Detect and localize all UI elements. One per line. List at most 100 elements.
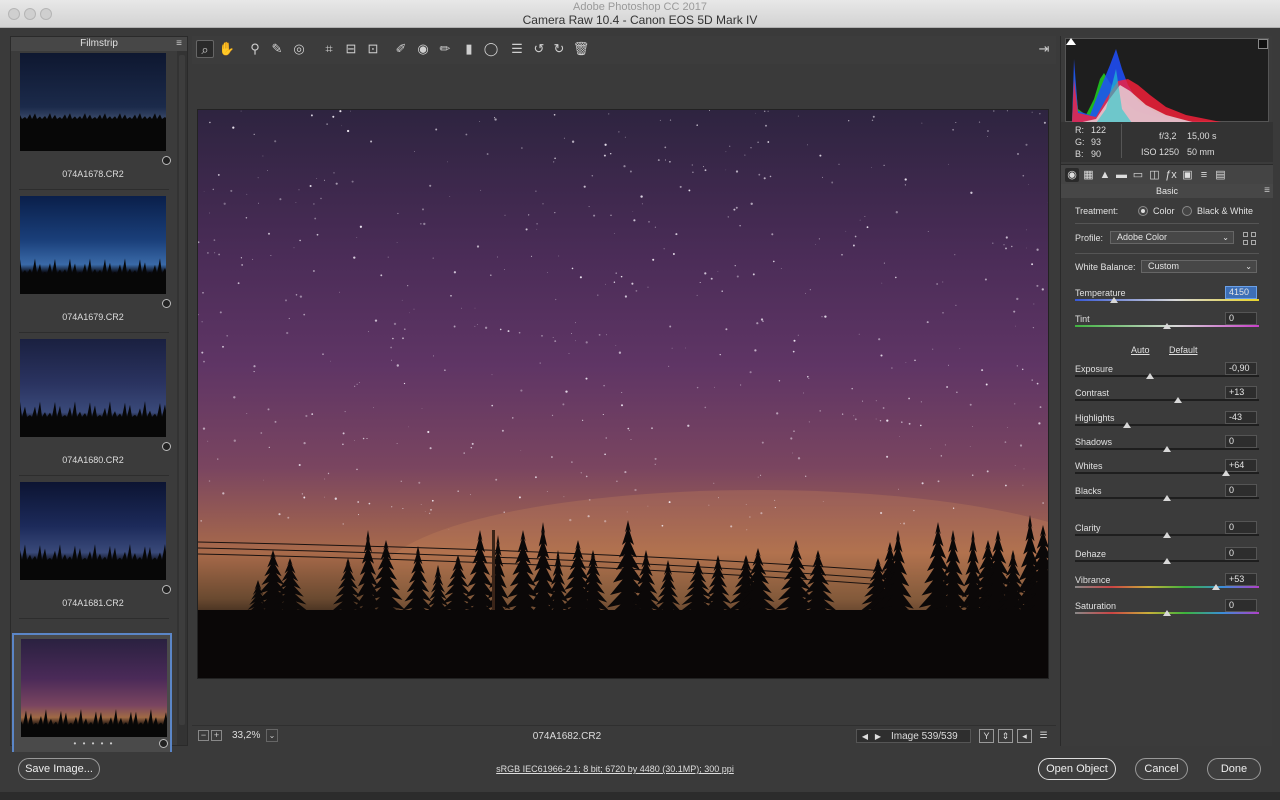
exposure-slider-track[interactable] bbox=[1075, 375, 1259, 377]
highlight-clipping-icon[interactable] bbox=[1258, 39, 1268, 49]
tint-slider-handle[interactable] bbox=[1163, 323, 1171, 329]
treatment-color-radio[interactable] bbox=[1138, 206, 1148, 216]
zoom-in-button[interactable]: + bbox=[211, 730, 222, 741]
vibrance-slider-track[interactable] bbox=[1075, 586, 1259, 588]
zoom-icon[interactable]: ⌕ bbox=[196, 40, 214, 58]
crop-icon[interactable]: ⌗ bbox=[320, 40, 338, 58]
temperature-value-field[interactable]: 4150 bbox=[1225, 286, 1257, 299]
fullscreen-icon[interactable]: ⇥ bbox=[1035, 40, 1053, 58]
contrast-slider-handle[interactable] bbox=[1174, 397, 1183, 403]
copy-settings-icon[interactable]: ◂ bbox=[1017, 729, 1032, 743]
tone-curve-tab-icon[interactable]: ▦ bbox=[1082, 168, 1096, 182]
open-object-button[interactable]: Open Object bbox=[1038, 758, 1116, 780]
whites-slider-handle[interactable] bbox=[1221, 470, 1230, 476]
filmstrip-item[interactable]: • • • • •074A1682.CR2 bbox=[12, 633, 172, 771]
rotate-ccw-icon[interactable]: ↺ bbox=[530, 40, 548, 58]
adjustment-brush-icon[interactable]: ✏ bbox=[436, 40, 454, 58]
filmstrip-thumbnail[interactable] bbox=[20, 53, 166, 151]
filmstrip-thumbnail[interactable] bbox=[21, 639, 167, 737]
zoom-out-button[interactable]: − bbox=[198, 730, 209, 741]
color-sampler-icon[interactable]: ✎ bbox=[268, 40, 286, 58]
effects-tab-icon[interactable]: ƒx bbox=[1164, 168, 1178, 182]
highlights-slider-track[interactable] bbox=[1075, 424, 1259, 426]
dehaze-value-field[interactable]: 0 bbox=[1225, 547, 1257, 560]
filmstrip-header: Filmstrip ≡ bbox=[11, 37, 187, 51]
presets-tab-icon[interactable]: ≡ bbox=[1197, 168, 1211, 182]
filmstrip-thumbnail[interactable] bbox=[20, 339, 166, 437]
done-button[interactable]: Done bbox=[1207, 758, 1261, 780]
auto-link[interactable]: Auto bbox=[1131, 345, 1150, 355]
highlights-value-field[interactable]: -43 bbox=[1225, 411, 1257, 424]
filmstrip-item[interactable]: 074A1680.CR2 bbox=[13, 339, 173, 479]
blacks-value-field[interactable]: 0 bbox=[1225, 484, 1257, 497]
rotate-cw-icon[interactable]: ↻ bbox=[550, 40, 568, 58]
clarity-value-field[interactable]: 0 bbox=[1225, 521, 1257, 534]
white-balance-icon[interactable]: ⚲ bbox=[246, 40, 264, 58]
filmstrip-item[interactable]: 074A1681.CR2 bbox=[13, 482, 173, 622]
blacks-slider-handle[interactable] bbox=[1163, 495, 1171, 501]
panel-menu-icon[interactable]: ≡ bbox=[1264, 184, 1270, 198]
treatment-bw-radio[interactable] bbox=[1182, 206, 1192, 216]
contrast-value-field[interactable]: +13 bbox=[1225, 386, 1257, 399]
shadows-value-field[interactable]: 0 bbox=[1225, 435, 1257, 448]
spot-removal-icon[interactable]: ✐ bbox=[392, 40, 410, 58]
presets-icon[interactable]: ☰ bbox=[508, 40, 526, 58]
cancel-button[interactable]: Cancel bbox=[1135, 758, 1188, 780]
default-link[interactable]: Default bbox=[1169, 345, 1198, 355]
filmstrip-thumbnail[interactable] bbox=[20, 196, 166, 294]
zoom-dropdown[interactable]: ⌄ bbox=[266, 729, 278, 742]
split-toning-tab-icon[interactable]: ▭ bbox=[1131, 168, 1145, 182]
treatment-color-label[interactable]: Color bbox=[1153, 206, 1175, 216]
graduated-filter-icon[interactable]: ▮ bbox=[460, 40, 478, 58]
toggle-settings-icon[interactable]: ☰ bbox=[1036, 729, 1051, 743]
trash-icon[interactable]: 🗑 bbox=[572, 40, 590, 58]
filmstrip-thumbnail[interactable] bbox=[20, 482, 166, 580]
filmstrip-scroll-thumb[interactable] bbox=[179, 55, 185, 725]
hsl-tab-icon[interactable]: ▬ bbox=[1115, 168, 1129, 182]
saturation-slider-handle[interactable] bbox=[1163, 610, 1171, 616]
next-image-icon[interactable]: ▶ bbox=[873, 731, 883, 743]
highlights-slider-handle[interactable] bbox=[1122, 422, 1131, 428]
exposure-value-field[interactable]: -0,90 bbox=[1225, 362, 1257, 375]
vibrance-value-field[interactable]: +53 bbox=[1225, 573, 1257, 586]
swap-settings-icon[interactable]: ⇕ bbox=[998, 729, 1013, 743]
before-after-view-icon[interactable]: Y bbox=[979, 729, 994, 743]
detail-tab-icon[interactable]: ▲ bbox=[1098, 168, 1112, 182]
temperature-slider-track[interactable] bbox=[1075, 299, 1259, 301]
tint-value-field[interactable]: 0 bbox=[1225, 312, 1257, 325]
basic-tab-icon[interactable]: ◉ bbox=[1065, 168, 1079, 182]
tint-label: Tint bbox=[1075, 314, 1090, 324]
filmstrip-scrollbar[interactable] bbox=[177, 51, 187, 745]
filmstrip-item[interactable]: 074A1679.CR2 bbox=[13, 196, 173, 336]
vibrance-slider-handle[interactable] bbox=[1211, 584, 1220, 590]
transform-icon[interactable]: ⊡ bbox=[364, 40, 382, 58]
image-preview-area[interactable] bbox=[192, 64, 1054, 724]
whites-slider-track[interactable] bbox=[1075, 472, 1259, 474]
dehaze-slider-handle[interactable] bbox=[1163, 558, 1171, 564]
hand-icon[interactable]: ✋ bbox=[218, 40, 236, 58]
shadow-clipping-icon[interactable] bbox=[1066, 38, 1076, 45]
temperature-slider-handle[interactable] bbox=[1109, 297, 1118, 303]
save-image-button[interactable]: Save Image... bbox=[18, 758, 100, 780]
clarity-slider-handle[interactable] bbox=[1163, 532, 1171, 538]
workflow-options-link[interactable]: sRGB IEC61966-2.1; 8 bit; 6720 by 4480 (… bbox=[430, 764, 800, 774]
shadows-slider-handle[interactable] bbox=[1163, 446, 1171, 452]
filmstrip-menu-icon[interactable]: ≡ bbox=[174, 39, 184, 49]
snapshots-tab-icon[interactable]: ▤ bbox=[1214, 168, 1228, 182]
radial-filter-icon[interactable]: ◯ bbox=[482, 40, 500, 58]
exposure-slider-handle[interactable] bbox=[1146, 373, 1155, 379]
contrast-slider-track[interactable] bbox=[1075, 399, 1259, 401]
camera-calibration-tab-icon[interactable]: ▣ bbox=[1181, 168, 1195, 182]
filmstrip-item[interactable]: 074A1678.CR2 bbox=[13, 53, 173, 193]
straighten-icon[interactable]: ⊟ bbox=[342, 40, 360, 58]
profile-select[interactable]: Adobe Color ⌄ bbox=[1110, 231, 1234, 244]
red-eye-icon[interactable]: ◉ bbox=[414, 40, 432, 58]
white-balance-select[interactable]: Custom ⌄ bbox=[1141, 260, 1257, 273]
saturation-value-field[interactable]: 0 bbox=[1225, 599, 1257, 612]
rating-dots[interactable]: • • • • • bbox=[14, 739, 174, 748]
treatment-bw-label[interactable]: Black & White bbox=[1197, 206, 1253, 216]
prev-image-icon[interactable]: ◀ bbox=[860, 731, 870, 743]
targeted-adjustment-icon[interactable]: ◎ bbox=[290, 40, 308, 58]
profile-browser-icon[interactable] bbox=[1243, 232, 1257, 246]
lens-corrections-tab-icon[interactable]: ◫ bbox=[1148, 168, 1162, 182]
